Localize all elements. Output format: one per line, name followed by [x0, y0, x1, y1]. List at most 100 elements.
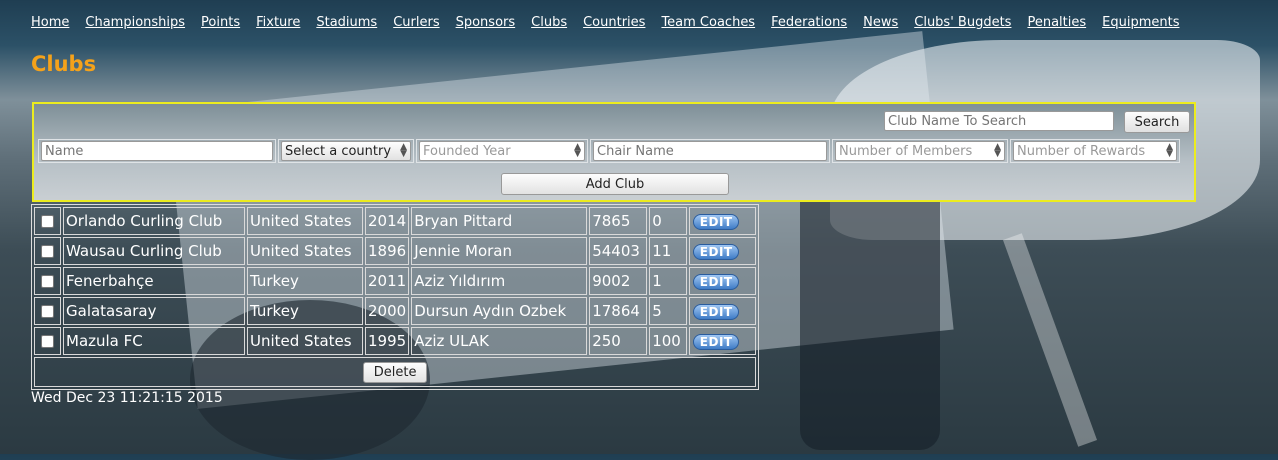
country-cell: Select a country ▲ ▼: [278, 139, 414, 163]
club-founded: 2000: [365, 297, 410, 325]
chair-cell: [590, 139, 830, 163]
members-placeholder: Number of Members: [839, 143, 973, 159]
club-country: Turkey: [247, 297, 363, 325]
nav-link-penalties[interactable]: Penalties: [1027, 15, 1086, 30]
club-country: Turkey: [247, 267, 363, 295]
delete-cell: Delete: [34, 357, 757, 387]
name-cell: [38, 139, 276, 163]
rewards-cell: Number of Rewards ▲ ▼: [1010, 139, 1180, 163]
row-checkbox[interactable]: [41, 335, 54, 348]
club-name: Galatasaray: [63, 297, 245, 325]
select-cell: [34, 237, 61, 265]
edit-cell: EDIT: [689, 207, 757, 235]
club-chair: Bryan Pittard: [411, 207, 588, 235]
edit-button[interactable]: EDIT: [693, 304, 740, 320]
nav-link-equipments[interactable]: Equipments: [1102, 15, 1179, 30]
row-checkbox[interactable]: [41, 245, 54, 258]
club-chair: Dursun Aydın Ozbek: [411, 297, 588, 325]
club-founded: 2014: [365, 207, 410, 235]
nav-link-clubs[interactable]: Clubs: [531, 15, 567, 30]
add-club-form: Search Select a country ▲▼ Founded Year …: [32, 102, 1196, 202]
nav-link-news[interactable]: News: [863, 15, 898, 30]
spinner-arrows-icon[interactable]: ▲ ▼: [574, 143, 581, 159]
edit-cell: EDIT: [689, 297, 757, 325]
club-members: 9002: [589, 267, 648, 295]
name-input[interactable]: [41, 141, 273, 161]
club-chair: Aziz Yıldırım: [411, 267, 588, 295]
club-members: 54403: [589, 237, 648, 265]
club-name: Wausau Curling Club: [63, 237, 245, 265]
edit-button[interactable]: EDIT: [693, 244, 740, 260]
add-club-button[interactable]: Add Club: [501, 173, 729, 195]
select-cell: [34, 327, 61, 355]
club-founded: 2011: [365, 267, 410, 295]
club-members: 250: [589, 327, 648, 355]
club-rewards: 100: [649, 327, 688, 355]
country-select[interactable]: Select a country ▲ ▼: [281, 141, 411, 161]
table-row: Fenerbahçe Turkey 2011 Aziz Yıldırım 900…: [34, 267, 757, 295]
edit-button[interactable]: EDIT: [693, 334, 740, 350]
delete-row: Delete: [34, 357, 757, 387]
edit-button[interactable]: EDIT: [693, 214, 740, 230]
founded-year-placeholder: Founded Year: [423, 143, 511, 159]
club-name: Fenerbahçe: [63, 267, 245, 295]
founded-cell: Founded Year ▲ ▼: [416, 139, 588, 163]
club-rewards: 11: [649, 237, 688, 265]
founded-year-input[interactable]: Founded Year ▲ ▼: [419, 141, 585, 161]
row-checkbox[interactable]: [41, 215, 54, 228]
edit-button[interactable]: EDIT: [693, 274, 740, 290]
search-button[interactable]: Search: [1124, 111, 1190, 133]
spinner-arrows-icon[interactable]: ▲ ▼: [1166, 143, 1173, 159]
table-row: Wausau Curling Club United States 1896 J…: [34, 237, 757, 265]
club-search-input[interactable]: [884, 111, 1114, 131]
members-input[interactable]: Number of Members ▲ ▼: [835, 141, 1005, 161]
row-checkbox[interactable]: [41, 305, 54, 318]
select-cell: [34, 207, 61, 235]
nav-link-curlers[interactable]: Curlers: [393, 15, 439, 30]
edit-cell: EDIT: [689, 237, 757, 265]
table-row: Mazula FC United States 1995 Aziz ULAK 2…: [34, 327, 757, 355]
club-country: United States: [247, 327, 363, 355]
club-rewards: 1: [649, 267, 688, 295]
edit-cell: EDIT: [689, 267, 757, 295]
table-row: Galatasaray Turkey 2000 Dursun Aydın Ozb…: [34, 297, 757, 325]
club-founded: 1896: [365, 237, 410, 265]
club-country: United States: [247, 207, 363, 235]
nav-link-points[interactable]: Points: [201, 15, 240, 30]
edit-cell: EDIT: [689, 327, 757, 355]
nav-link-stadiums[interactable]: Stadiums: [316, 15, 377, 30]
nav-link-clubs-budgets[interactable]: Clubs' Bugdets: [914, 15, 1011, 30]
main-nav: Home Championships Points Fixture Stadiu…: [31, 15, 1195, 30]
delete-button[interactable]: Delete: [363, 361, 428, 383]
club-rewards: 0: [649, 207, 688, 235]
chair-name-input[interactable]: [593, 141, 827, 161]
nav-link-sponsors[interactable]: Sponsors: [456, 15, 516, 30]
select-cell: [34, 297, 61, 325]
nav-link-countries[interactable]: Countries: [583, 15, 645, 30]
club-country: United States: [247, 237, 363, 265]
rewards-input[interactable]: Number of Rewards ▲ ▼: [1013, 141, 1177, 161]
timestamp: Wed Dec 23 11:21:15 2015: [31, 390, 223, 406]
nav-link-home[interactable]: Home: [31, 15, 69, 30]
club-chair: Aziz ULAK: [411, 327, 588, 355]
nav-link-federations[interactable]: Federations: [771, 15, 847, 30]
spinner-arrows-icon[interactable]: ▲ ▼: [994, 143, 1001, 159]
table-row: Orlando Curling Club United States 2014 …: [34, 207, 757, 235]
club-rewards: 5: [649, 297, 688, 325]
club-name: Orlando Curling Club: [63, 207, 245, 235]
nav-link-team-coaches[interactable]: Team Coaches: [661, 15, 755, 30]
club-members: 17864: [589, 297, 648, 325]
select-arrows-icon: ▲ ▼: [400, 142, 407, 159]
country-select-value: Select a country: [285, 143, 392, 159]
page-title: Clubs: [31, 52, 97, 76]
nav-link-championships[interactable]: Championships: [85, 15, 185, 30]
club-chair: Jennie Moran: [411, 237, 588, 265]
select-cell: [34, 267, 61, 295]
nav-link-fixture[interactable]: Fixture: [256, 15, 300, 30]
members-cell: Number of Members ▲ ▼: [832, 139, 1008, 163]
form-fields: Select a country ▲▼ Founded Year ▲▼ Numb…: [38, 139, 1182, 163]
row-checkbox[interactable]: [41, 275, 54, 288]
club-founded: 1995: [365, 327, 410, 355]
clubs-table: Orlando Curling Club United States 2014 …: [31, 204, 760, 390]
rewards-placeholder: Number of Rewards: [1017, 143, 1146, 159]
